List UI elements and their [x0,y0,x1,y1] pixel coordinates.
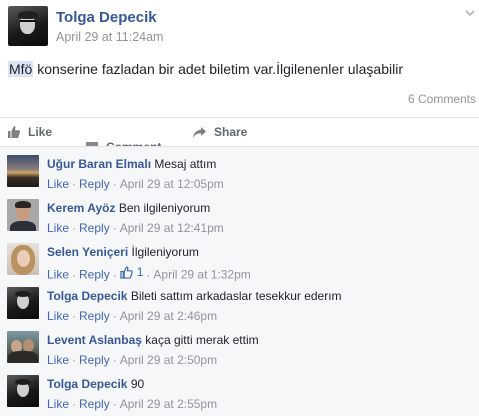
comment-like-link[interactable]: Like [47,177,69,191]
comments-section: Uğur Baran Elmalı Mesaj attım Like · Reply… [0,147,479,416]
comment-like-link[interactable]: Like [47,221,69,235]
commenter-name[interactable]: Uğur Baran Elmalı [47,157,151,171]
comment-like-count-value: 1 [136,265,144,279]
comment-timestamp[interactable]: April 29 at 2:50pm [120,353,217,367]
post-action-bar: Like Comment Share [0,118,479,154]
like-button[interactable]: Like [7,125,52,139]
comment-text: İlgileniyorum [131,245,199,259]
like-button-label: Like [28,125,53,139]
author-avatar[interactable] [8,6,48,46]
comment-meta: Like · Reply · April 29 at 2:50pm [47,353,218,367]
comment-body: Kerem Ayöz Ben ilgileniyorum [47,200,210,216]
commenter-name[interactable]: Levent Aslanbaş [47,333,142,347]
post-timestamp[interactable]: April 29 at 11:24am [56,30,163,44]
comment-item: Kerem Ayöz Ben ilgileniyorum Like · Reply ·… [0,191,479,235]
comment-reply-link[interactable]: Reply [79,397,110,411]
comment-like-link[interactable]: Like [47,309,69,323]
comment-item: Uğur Baran Elmalı Mesaj attım Like · Reply… [0,147,479,191]
post-text-body: konserine fazladan bir adet biletim var.… [33,61,403,77]
comment-meta: Like · Reply · April 29 at 12:41pm [47,221,224,235]
comment-like-link[interactable]: Like [47,397,69,411]
comment-body: Selen Yeniçeri İlgileniyorum [47,244,199,260]
comment-text: Mesaj attım [154,157,217,171]
post-text-highlight: Mfö [8,61,34,77]
comment-timestamp[interactable]: April 29 at 2:46pm [120,309,217,323]
commenter-name[interactable]: Selen Yeniçeri [47,245,128,259]
comment-timestamp[interactable]: April 29 at 12:41pm [120,221,224,235]
comment-body: Uğur Baran Elmalı Mesaj attım [47,156,216,172]
commenter-avatar[interactable] [7,375,39,407]
commenter-name[interactable]: Tolga Depecik [47,377,127,391]
commenter-avatar[interactable] [7,243,39,275]
comment-meta: Like · Reply · April 29 at 2:55pm [47,397,218,411]
thumbs-up-icon [120,265,133,279]
commenter-avatar[interactable] [7,287,39,319]
comment-item: Tolga Depecik Bileti sattım arkadaslar t… [0,279,479,323]
commenter-avatar[interactable] [7,199,39,231]
comment-body: Tolga Depecik Bileti sattım arkadaslar t… [47,288,342,304]
comment-text: kaça gitti merak ettim [145,333,259,347]
comment-reply-link[interactable]: Reply [79,221,110,235]
comment-count-link[interactable]: 6 Comments [408,92,476,106]
post-author-name[interactable]: Tolga Depecik [56,9,157,26]
post-header: Tolga Depecik April 29 at 11:24am [0,0,479,54]
comment-text: Ben ilgileniyorum [118,201,211,215]
comment-body: Levent Aslanbaş kaça gitti merak ettim [47,332,259,348]
comment-item: Levent Aslanbaş kaça gitti merak ettim L… [0,323,479,367]
commenter-avatar[interactable] [7,155,39,187]
comment-body: Tolga Depecik 90 [47,376,144,392]
commenter-name[interactable]: Tolga Depecik [47,289,127,303]
comment-text: Bileti sattım arkadaslar tesekkur ederım [130,289,342,303]
share-button[interactable]: Share [192,125,247,139]
comment-reply-link[interactable]: Reply [79,177,110,191]
commenter-name[interactable]: Kerem Ayöz [47,201,115,215]
comment-timestamp[interactable]: April 29 at 12:05pm [120,177,224,191]
comment-like-count[interactable]: 1 [120,265,144,279]
comment-reply-link[interactable]: Reply [79,309,110,323]
share-arrow-icon [193,126,206,138]
chevron-down-icon[interactable] [465,8,475,18]
comment-timestamp[interactable]: April 29 at 2:55pm [120,397,217,411]
post-text: Mfö konserine fazladan bir adet biletim … [8,60,468,78]
thumbs-up-icon [8,126,21,138]
comment-like-link[interactable]: Like [47,353,69,367]
comment-item: Selen Yeniçeri İlgileniyorum Like · Reply ·… [0,235,479,282]
commenter-avatar[interactable] [7,331,39,363]
comment-meta: Like · Reply · April 29 at 2:46pm [47,309,218,323]
comment-reply-link[interactable]: Reply [79,353,110,367]
comment-item: Tolga Depecik 90 Like · Reply · April 29 at … [0,367,479,411]
share-button-label: Share [214,125,248,139]
comment-text: 90 [130,377,145,391]
comment-meta: Like · Reply · April 29 at 12:05pm [47,177,224,191]
